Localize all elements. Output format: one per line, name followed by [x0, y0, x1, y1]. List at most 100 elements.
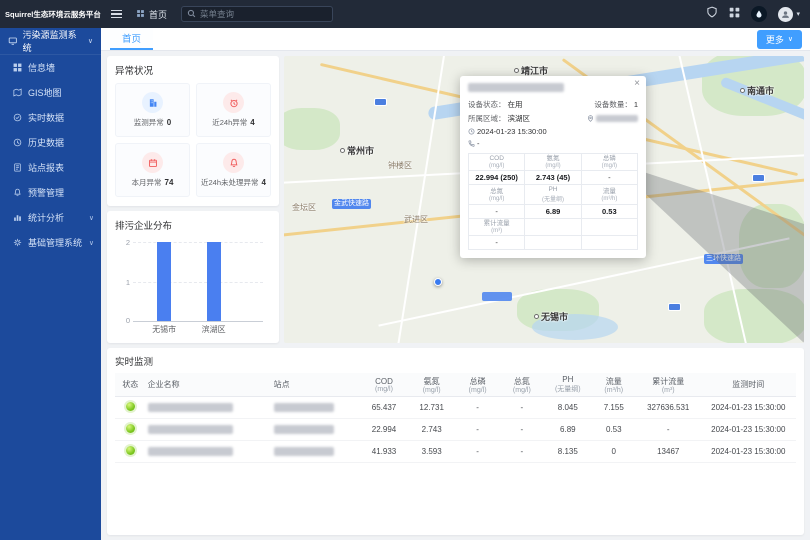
map-label-city: 无锡市 [534, 310, 568, 323]
stat-card-monitor-abnormal[interactable]: 监测异常0 [115, 83, 190, 137]
x-label: 滨湖区 [202, 324, 226, 335]
map-label-city: 南通市 [740, 84, 774, 97]
road-shield [752, 174, 765, 182]
breadcrumb-home-label: 首页 [149, 8, 167, 21]
app-root: Squirrel生态环境云服务平台 首页 ▾ 污染源监测系统 ∨ [0, 0, 810, 540]
popup-flow-value: 0.53 [581, 205, 637, 219]
map-green-area [284, 108, 340, 150]
stats-chart-icon [13, 213, 22, 222]
popup-total-flow-value: - [469, 236, 525, 250]
calendar-icon [142, 152, 163, 173]
redacted-site-name [274, 403, 334, 412]
gear-icon [13, 238, 22, 247]
sidebar-item-info-wall[interactable]: 信息墙 [0, 55, 101, 80]
enterprise-distribution-panel: 排污企业分布 2 1 0 无锡市 滨湖区 [107, 211, 279, 343]
redacted-company-name [148, 425, 233, 434]
region-value: 滨湖区 [508, 113, 531, 124]
content-area: 异常状况 监测异常0 近24h异常4 本月异常74 [101, 51, 810, 540]
sidebar-item-base-management[interactable]: 基础管理系统 ∨ [0, 230, 101, 255]
abnormal-title: 异常状况 [115, 63, 271, 77]
map-label-district: 钟楼区 [388, 160, 412, 171]
close-icon[interactable]: × [634, 79, 640, 89]
stat-card-24h-unhandled[interactable]: 近24h未处理异常4 [196, 143, 271, 197]
stat-card-month-abnormal[interactable]: 本月异常74 [115, 143, 190, 197]
map-label-district: 金坛区 [292, 202, 316, 213]
badge-shield-icon[interactable] [706, 5, 718, 23]
sidebar-item-gis-map[interactable]: GIS地图 [0, 80, 101, 105]
map-icon [13, 88, 22, 97]
home-icon [136, 9, 145, 20]
table-row[interactable]: 22.9942.743--6.890.53- 2024-01-23 15:30:… [115, 419, 796, 441]
apps-grid-icon[interactable] [729, 5, 740, 23]
realtime-icon [13, 113, 22, 122]
search-input[interactable] [200, 9, 327, 19]
topbar-actions: ▾ [706, 5, 800, 23]
sidebar-item-realtime-data[interactable]: 实时数据 [0, 105, 101, 130]
top-bar: Squirrel生态环境云服务平台 首页 ▾ [0, 0, 810, 28]
x-label: 无锡市 [152, 324, 176, 335]
app-logo: Squirrel生态环境云服务平台 [0, 9, 101, 20]
abnormal-status-panel: 异常状况 监测异常0 近24h异常4 本月异常74 [107, 56, 279, 206]
chevron-down-icon: ∨ [89, 239, 94, 247]
breadcrumb[interactable]: 首页 [136, 8, 167, 21]
chevron-down-icon: ∨ [89, 214, 94, 222]
bar-binhu [207, 242, 221, 321]
realtime-title: 实时监测 [115, 354, 796, 368]
sidebar-item-history-data[interactable]: 历史数据 [0, 130, 101, 155]
alarm-icon [223, 92, 244, 113]
redacted-company-name [148, 447, 233, 456]
hamburger-menu-icon[interactable] [111, 10, 122, 19]
gis-map[interactable]: 靖江市南通市常州市无锡市钟楼区武进区金坛区金武快速路三环快速路 × 设备状态：在… [284, 56, 804, 343]
popup-datetime: 2024-01-23 15:30:00 [477, 127, 547, 136]
device-count-value: 1 [634, 100, 638, 109]
bar-chart: 2 1 0 无锡市 滨湖区 [133, 242, 263, 322]
y-tick: 2 [119, 238, 130, 247]
building-icon [142, 92, 163, 113]
location-pin-icon [587, 115, 594, 122]
user-menu[interactable]: ▾ [778, 7, 800, 22]
popup-cod-value: 22.994 (250) [469, 171, 525, 185]
table-row[interactable]: 41.9333.593--8.135013467 2024-01-23 15:3… [115, 441, 796, 463]
sidebar-item-statistics[interactable]: 统计分析 ∨ [0, 205, 101, 230]
redacted-company-name [148, 403, 233, 412]
menu-search[interactable] [181, 6, 333, 22]
tab-home[interactable]: 首页 [110, 28, 153, 50]
road-shield [668, 303, 681, 311]
sidebar: 污染源监测系统 ∨ 信息墙 GIS地图 实时数据 历史数据 站点报表 预警管理 [0, 28, 101, 540]
sidebar-item-alert-management[interactable]: 预警管理 [0, 180, 101, 205]
station-popup: × 设备状态：在用 设备数量：1 所属区域：滨湖区 [460, 76, 646, 258]
sidebar-root-system[interactable]: 污染源监测系统 ∨ [0, 28, 101, 55]
user-avatar [778, 7, 793, 22]
station-marker[interactable] [434, 278, 442, 286]
info-wall-icon [13, 63, 22, 72]
redacted-site-name [274, 447, 334, 456]
realtime-monitor-panel: 实时监测 状态 企业名称 站点 COD(mg/l) 氨氮(mg/l) 总磷(mg… [107, 348, 804, 535]
monitor-icon [8, 36, 18, 46]
popup-phone: - [477, 139, 480, 148]
popup-tn-value: - [469, 205, 525, 219]
redacted-site-name [274, 425, 334, 434]
sidebar-root-label: 污染源监测系统 [23, 28, 83, 54]
chevron-down-icon: ▾ [796, 10, 800, 18]
chevron-down-icon: ∨ [788, 35, 793, 43]
redacted-station-name [468, 83, 564, 92]
stat-card-24h-abnormal[interactable]: 近24h异常4 [196, 83, 271, 137]
device-status-value: 在用 [508, 99, 523, 110]
chart-title: 排污企业分布 [115, 218, 271, 232]
water-drop-logo-icon[interactable] [751, 6, 767, 22]
search-icon [187, 5, 196, 23]
alert-bell-icon [13, 188, 22, 197]
chevron-down-icon: ∨ [88, 37, 93, 45]
map-label-city: 常州市 [340, 144, 374, 157]
more-button[interactable]: 更多 ∨ [757, 30, 802, 49]
phone-icon [468, 140, 475, 147]
map-label-road: 金武快速路 [332, 199, 371, 209]
redacted-address [596, 115, 638, 122]
sidebar-item-site-report[interactable]: 站点报表 [0, 155, 101, 180]
status-dot [126, 402, 135, 411]
y-tick: 1 [119, 278, 130, 287]
table-header-row: 状态 企业名称 站点 COD(mg/l) 氨氮(mg/l) 总磷(mg/l) 总… [115, 373, 796, 397]
bar-wuxi [157, 242, 171, 321]
table-row[interactable]: 65.43712.731--8.0457.155327636.531 2024-… [115, 397, 796, 419]
clock-icon [468, 128, 475, 135]
